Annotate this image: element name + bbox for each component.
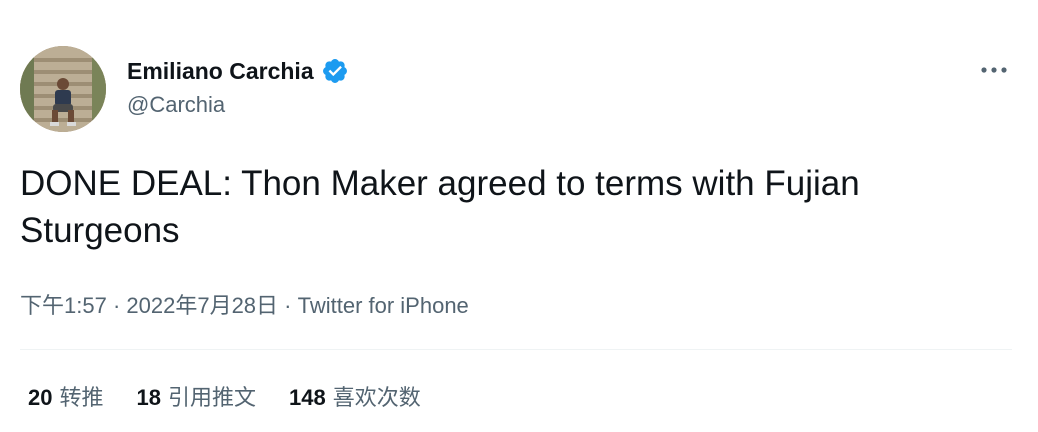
avatar[interactable] [20,46,106,132]
more-horizontal-icon[interactable] [976,56,1016,84]
verified-badge-icon [321,57,349,85]
tweet-metadata: 下午1:57 · 2022年7月28日 · Twitter for iPhone [20,288,469,320]
tweet-source[interactable]: Twitter for iPhone [298,293,469,318]
like-count: 148 [289,385,326,410]
tweet-card: Emiliano Carchia @Carchia DONE DEAL: Tho… [0,0,1038,432]
divider [20,349,1012,350]
avatar-photo [20,46,106,132]
user-handle[interactable]: @Carchia [127,92,349,118]
likes-stat[interactable]: 148 喜欢次数 [289,380,421,412]
name-row: Emiliano Carchia [127,56,349,86]
meta-separator: · [278,293,298,318]
like-label: 喜欢次数 [332,385,421,410]
retweet-count: 20 [28,385,53,410]
author-info: Emiliano Carchia @Carchia [127,56,349,118]
tweet-date[interactable]: 2022年7月28日 [126,293,278,318]
quote-label: 引用推文 [167,385,256,410]
display-name[interactable]: Emiliano Carchia [127,58,314,85]
quote-count: 18 [136,385,161,410]
engagement-stats: 20 转推 18 引用推文 148 喜欢次数 [28,380,454,412]
retweets-stat[interactable]: 20 转推 [28,380,104,412]
quote-tweets-stat[interactable]: 18 引用推文 [137,380,257,412]
retweet-label: 转推 [59,385,104,410]
tweet-time[interactable]: 下午1:57 [20,293,107,318]
meta-separator: · [106,293,127,318]
tweet-text: DONE DEAL: Thon Maker agreed to terms wi… [20,164,860,250]
